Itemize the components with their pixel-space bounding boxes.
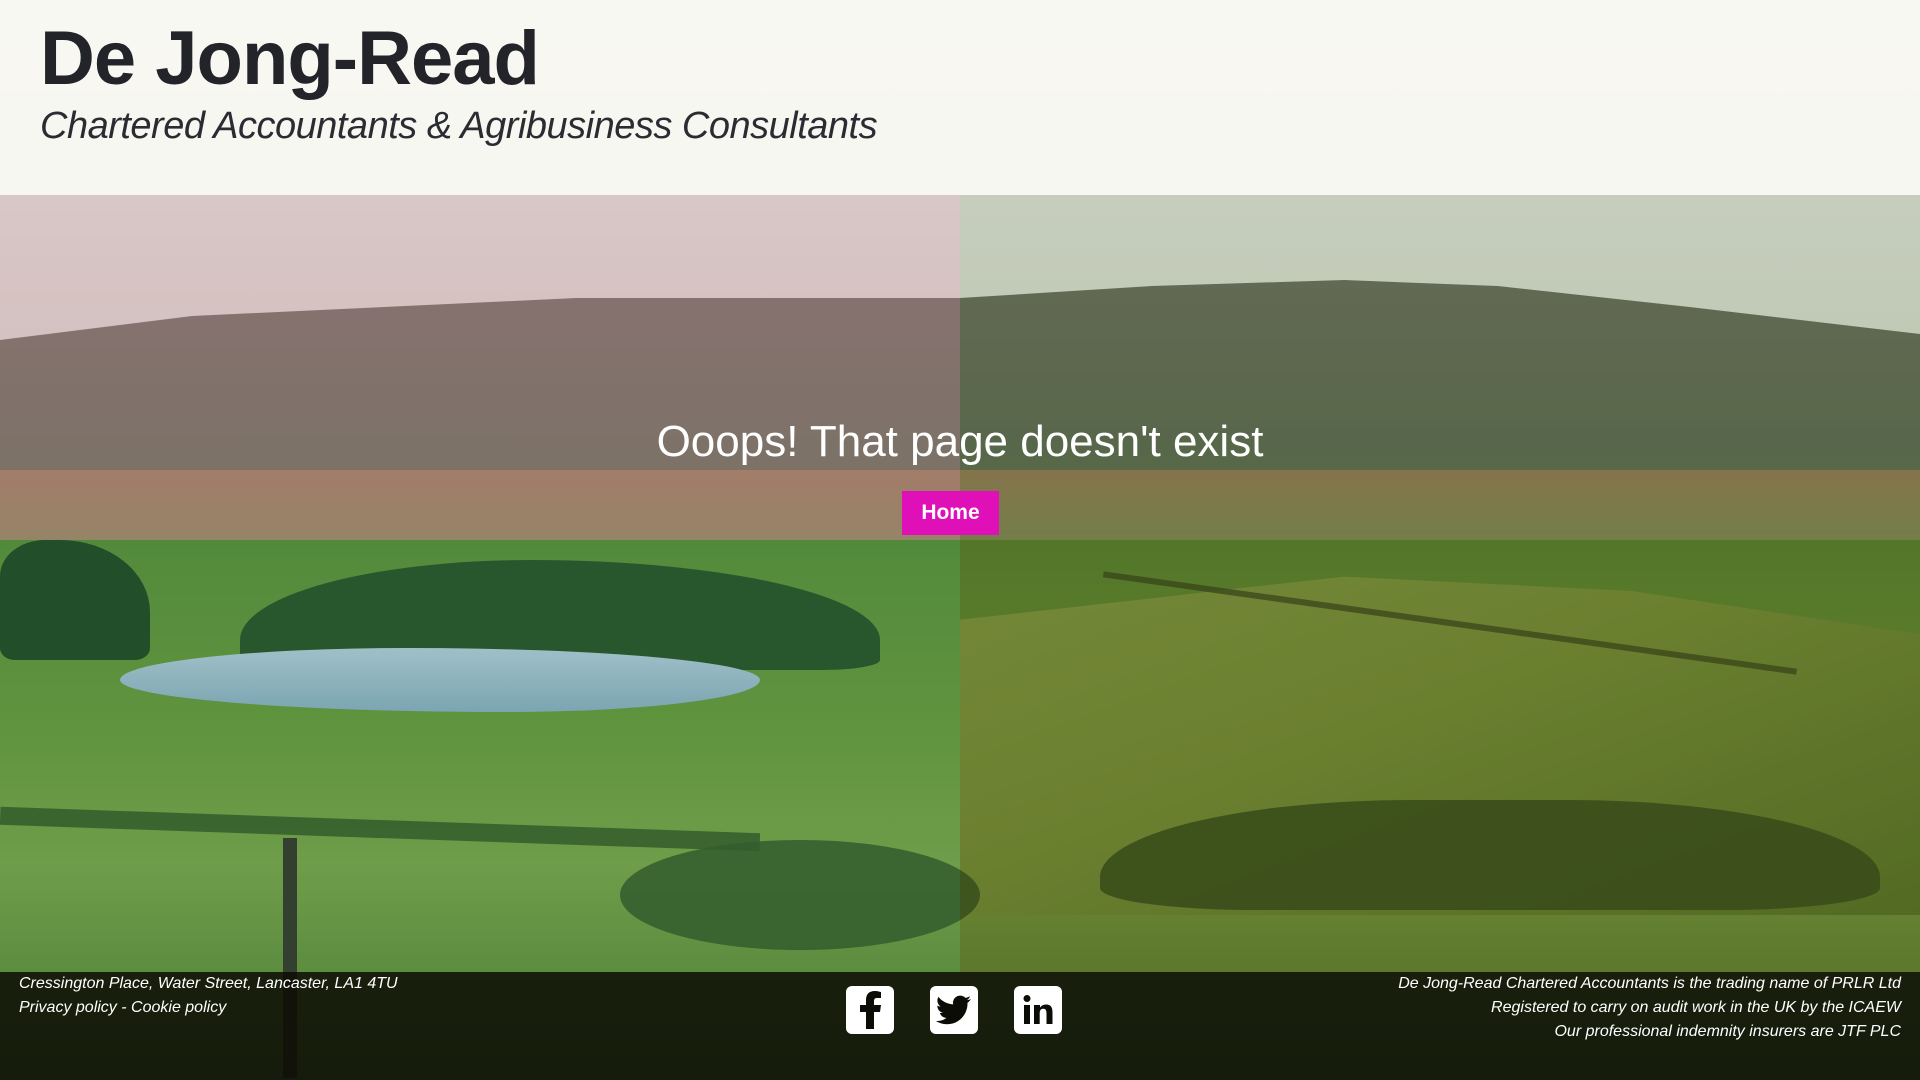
tint-panel: [960, 195, 1920, 540]
error-message: Ooops! That page doesn't exist: [656, 417, 1264, 466]
facebook-icon[interactable]: [846, 986, 894, 1034]
footer-legal-line: Registered to carry on audit work in the…: [1491, 999, 1901, 1016]
home-button[interactable]: Home: [902, 491, 999, 535]
site-title[interactable]: De Jong-Read: [40, 14, 540, 104]
footer-address: Cressington Place, Water Street, Lancast…: [19, 975, 398, 992]
tint-panel: [0, 195, 960, 540]
cookie-policy-link[interactable]: Cookie policy: [131, 999, 226, 1016]
footer-legal-line: De Jong-Read Chartered Accountants is th…: [1398, 975, 1901, 992]
footer-left: Cressington Place, Water Street, Lancast…: [19, 972, 398, 1020]
footer-right: De Jong-Read Chartered Accountants is th…: [1398, 972, 1901, 1044]
privacy-policy-link[interactable]: Privacy policy: [19, 999, 117, 1016]
site-footer: Cressington Place, Water Street, Lancast…: [0, 972, 1920, 1080]
site-tagline: Chartered Accountants & Agribusiness Con…: [40, 105, 878, 147]
footer-policy-links: Privacy policy - Cookie policy: [19, 996, 398, 1020]
footer-legal-line: Our professional indemnity insurers are …: [1554, 1023, 1901, 1040]
link-separator: -: [116, 999, 132, 1016]
social-links: [846, 986, 1062, 1034]
linkedin-icon[interactable]: [1014, 986, 1062, 1034]
tint-panel: [960, 540, 1920, 972]
tint-panel: [0, 540, 960, 972]
site-header: De Jong-Read Chartered Accountants & Agr…: [0, 0, 1920, 195]
twitter-icon[interactable]: [930, 986, 978, 1034]
